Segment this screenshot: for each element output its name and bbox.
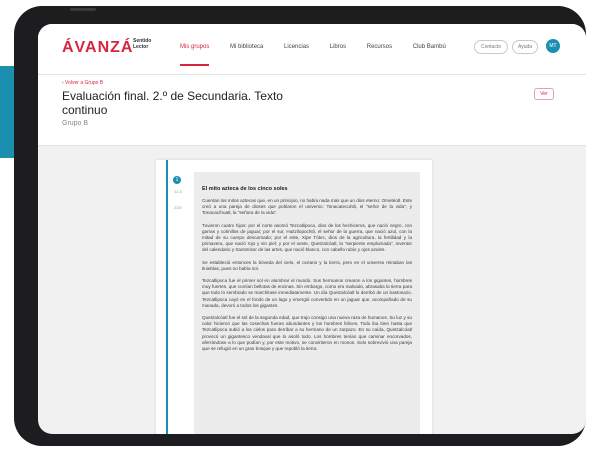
app-screen: ÁVANZÁ Sentido Lector Mis grupos Mi bibl…	[38, 24, 586, 434]
progress-line	[166, 160, 168, 434]
help-button[interactable]: Ayuda	[512, 40, 538, 54]
page-counter: 2/20	[174, 205, 182, 210]
back-link[interactable]: ‹ Volver a Grupo B	[62, 80, 103, 86]
nav-libros[interactable]: Libros	[330, 44, 346, 50]
paragraph: Cuentan los mitos aztecas que, en un pri…	[202, 198, 412, 216]
tablet-frame: ÁVANZÁ Sentido Lector Mis grupos Mi bibl…	[14, 6, 586, 446]
nav-licencias[interactable]: Licencias	[284, 44, 309, 50]
time-label: 11:3	[174, 189, 182, 194]
page-title: Evaluación final. 2.º de Secundaria. Tex…	[62, 89, 283, 117]
brand-logo[interactable]: ÁVANZÁ	[62, 39, 133, 57]
nav-recursos[interactable]: Recursos	[367, 44, 392, 50]
brand-logo-subtitle: Sentido Lector	[133, 38, 152, 50]
group-label: Grupo B	[62, 120, 89, 127]
document-card: 1 11:3 2/20 El mito azteca de los cinco …	[156, 160, 432, 434]
camera-bar	[70, 8, 96, 11]
nav-club-bambu[interactable]: Club Bambú	[413, 44, 446, 50]
ver-button[interactable]: Ver	[534, 88, 554, 100]
background-teal-strip	[0, 66, 15, 158]
main-nav: Mis grupos Mi biblioteca Licencias Libro…	[180, 44, 465, 66]
paragraph: Se estableció entonces la bóveda del cie…	[202, 259, 412, 271]
reading-text-area[interactable]: El mito azteca de los cinco soles Cuenta…	[194, 172, 420, 434]
top-navigation-bar: ÁVANZÁ Sentido Lector Mis grupos Mi bibl…	[38, 24, 586, 75]
document-title: El mito azteca de los cinco soles	[202, 186, 288, 192]
contact-button[interactable]: Contacto	[474, 40, 508, 54]
nav-mis-grupos[interactable]: Mis grupos	[180, 44, 210, 66]
user-avatar[interactable]: MT	[546, 39, 560, 53]
paragraph: Tuvieron cuatro hijos: por el norte asom…	[202, 222, 412, 253]
paragraph: Quetzalcóatl fue el sol de la segunda ed…	[202, 315, 412, 352]
paragraph: Tezcatlipoca fue el primer sol en alumbr…	[202, 278, 412, 308]
page-header: ‹ Volver a Grupo B Evaluación final. 2.º…	[38, 75, 586, 146]
document-body: Cuentan los mitos aztecas que, en un pri…	[202, 198, 412, 358]
nav-mi-biblioteca[interactable]: Mi biblioteca	[230, 44, 263, 50]
step-badge[interactable]: 1	[173, 176, 181, 184]
